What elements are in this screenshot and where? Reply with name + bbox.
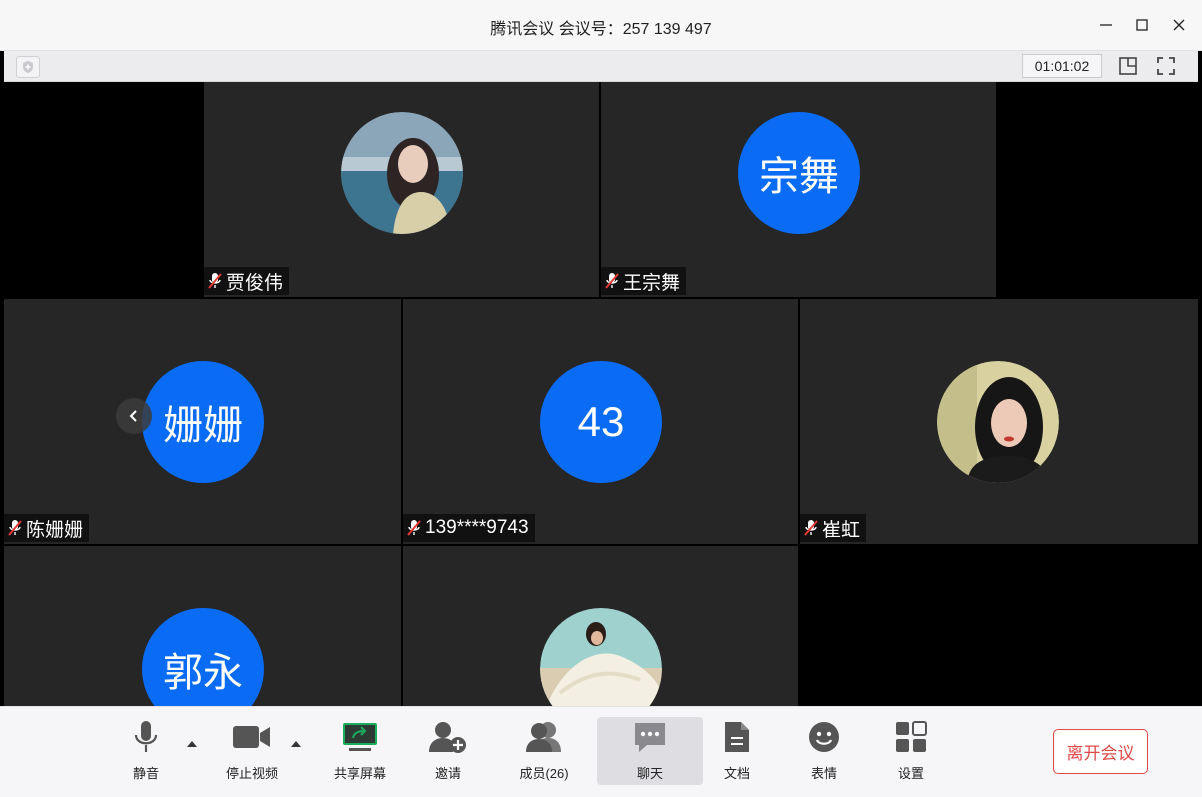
minimize-button[interactable] [1091,10,1121,40]
previous-page-button[interactable] [116,398,152,434]
members-icon [526,722,561,752]
add-user-icon [429,722,466,753]
settings-grid-icon [896,721,927,752]
participant-tile[interactable]: 郭永 [4,546,401,706]
security-shield-button[interactable] [16,56,40,78]
participant-tile[interactable]: 43 139****9743 [403,299,798,544]
share-screen-icon [343,723,377,751]
chevron-left-icon [129,410,137,422]
chat-label: 聊天 [636,766,663,781]
participant-initials-avatar: 宗舞 [738,112,860,234]
minimize-icon [1100,24,1112,26]
muted-mic-icon [208,273,222,289]
participant-name-tag: 崔虹 [800,514,867,542]
participant-tile[interactable]: 宗舞 王宗舞 [601,82,996,297]
invite-label: 邀请 [434,766,461,781]
chat-icon [635,723,665,752]
meeting-info-bar: 01:01:02 [4,51,1198,82]
window-title: 腾讯会议 会议号：257 139 497 [490,21,712,38]
stop-video-label: 停止视频 [225,766,278,781]
participant-tile[interactable] [403,546,798,706]
settings-button[interactable]: 设置 [889,717,933,785]
participant-name-tag: 139****9743 [403,514,535,542]
microphone-icon [134,721,158,752]
maximize-button[interactable] [1127,10,1157,40]
participant-name: 崔虹 [822,519,861,541]
docs-button[interactable]: 文档 [715,717,759,785]
participant-name-tag: 贾俊伟 [204,267,290,295]
meeting-toolbar: 静音 停止视频 共享屏幕 邀请 成员(26) 聊天 文档 表情 设置 离开会议 [0,706,1202,797]
emoji-label: 表情 [810,766,837,781]
fullscreen-icon [1157,57,1175,75]
video-grid: 贾俊伟 宗舞 王宗舞 姗姗 陈姗姗 43 139****9743 崔虹 郭永 [4,82,1198,706]
leave-meeting-button[interactable]: 离开会议 [1053,729,1148,774]
docs-label: 文档 [723,766,750,781]
close-button[interactable] [1164,10,1194,40]
mute-button[interactable]: 静音 [118,717,174,785]
participant-tile[interactable]: 姗姗 陈姗姗 [4,299,401,544]
participant-photo-avatar [540,608,662,706]
participant-photo-avatar [341,112,463,234]
video-options-button[interactable] [289,737,303,751]
muted-mic-icon [8,520,22,536]
avatar-photo-icon [341,112,463,234]
participant-name: 陈姗姗 [26,519,84,541]
shield-icon [23,61,33,73]
close-icon [1173,19,1185,31]
participant-name: 王宗舞 [623,272,681,294]
share-screen-button[interactable]: 共享屏幕 [328,717,392,785]
caret-up-icon [291,741,301,747]
caret-up-icon [187,741,197,747]
layout-icon [1119,57,1137,75]
participant-photo-avatar [937,361,1059,483]
document-icon [725,722,749,752]
audio-options-button[interactable] [185,737,199,751]
chat-button[interactable]: 聊天 [597,717,703,785]
participant-name: 139****9743 [425,517,529,538]
share-screen-label: 共享屏幕 [333,766,386,781]
participant-tile[interactable]: 贾俊伟 [204,82,599,297]
avatar-photo-icon [540,608,662,706]
stop-video-button[interactable]: 停止视频 [220,717,284,785]
invite-button[interactable]: 邀请 [420,717,476,785]
emoji-button[interactable]: 表情 [800,717,848,785]
fullscreen-button[interactable] [1154,54,1178,78]
avatar-photo-icon [937,361,1059,483]
mute-label: 静音 [132,766,159,781]
smiley-icon [809,722,839,752]
meeting-timer: 01:01:02 [1022,54,1102,78]
members-button[interactable]: 成员(26) [512,717,576,785]
members-label: 成员(26) [519,766,569,781]
participant-name-tag: 陈姗姗 [4,514,90,542]
participant-initials-avatar: 郭永 [142,608,264,706]
participant-name-tag: 王宗舞 [601,267,687,295]
settings-label: 设置 [897,766,924,781]
participant-tile[interactable]: 崔虹 [800,299,1198,544]
participant-initials-avatar: 43 [540,361,662,483]
layout-button[interactable] [1116,54,1140,78]
participant-name: 贾俊伟 [226,272,284,294]
muted-mic-icon [605,273,619,289]
muted-mic-icon [804,520,818,536]
maximize-icon [1136,19,1148,31]
participant-initials-avatar: 姗姗 [142,361,264,483]
muted-mic-icon [407,520,421,536]
video-camera-icon [233,726,270,748]
title-bar: 腾讯会议 会议号：257 139 497 [0,0,1202,51]
